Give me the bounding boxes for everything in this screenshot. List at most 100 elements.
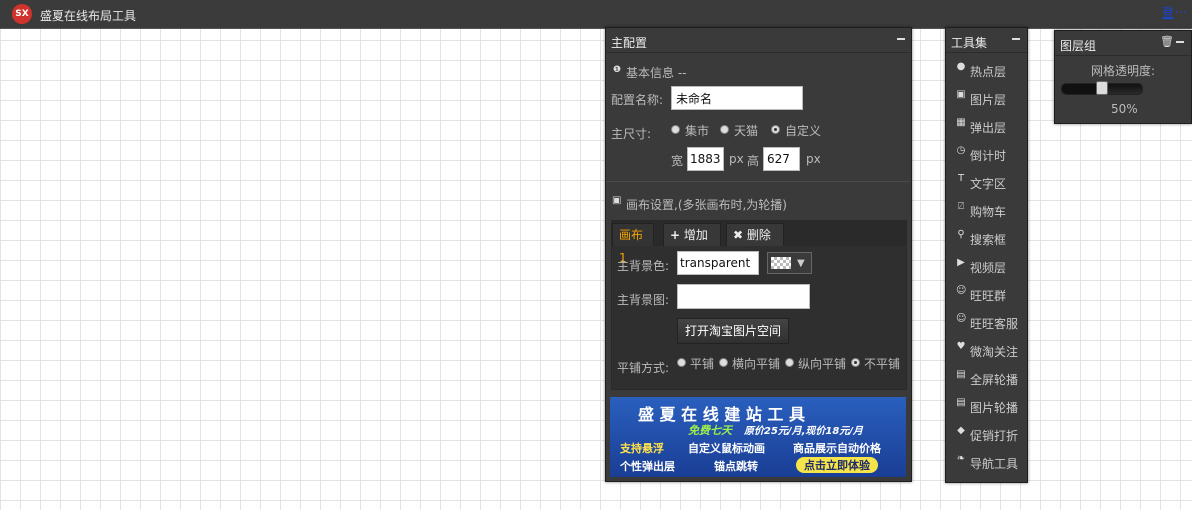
config-name-label: 配置名称: xyxy=(611,93,664,107)
delete-canvas-label: 删除 xyxy=(746,228,771,242)
grid-icon: ▦ xyxy=(956,117,966,128)
tools-title: 工具集 xyxy=(951,36,988,50)
tool-item[interactable]: ▤ 全屏轮播 xyxy=(950,364,1023,392)
picture-icon: ▣ xyxy=(956,89,966,100)
tool-item[interactable]: ❧ 导航工具 xyxy=(950,448,1023,476)
play-icon: ▶ xyxy=(957,257,965,268)
layers-title: 图层组 xyxy=(1060,39,1097,53)
tool-item[interactable]: ☺ 旺旺群 xyxy=(950,280,1023,308)
layers-panel: 图层组 🗑 网格透明度: 50% xyxy=(1054,30,1192,124)
leaf-icon: ❧ xyxy=(956,453,966,464)
tile-option-vertical: 纵向平铺 xyxy=(798,357,847,371)
tab-canvas1[interactable]: 画布1 xyxy=(612,223,654,265)
user-icon: ☺ xyxy=(956,285,967,296)
size-radio-jishi[interactable] xyxy=(671,125,680,134)
trash-icon[interactable]: 🗑 xyxy=(1160,35,1174,48)
tool-item[interactable]: ● 热点层 xyxy=(950,56,1023,84)
tool-item[interactable]: ◷ 倒计时 xyxy=(950,140,1023,168)
add-canvas-label: 增加 xyxy=(683,228,708,242)
user-icon: ☺ xyxy=(956,313,967,324)
grid-opacity-value: 50% xyxy=(1111,102,1138,116)
minimize-icon[interactable] xyxy=(1176,41,1184,43)
bg-color-label: 主背景色: xyxy=(617,259,670,273)
tile-option-horizontal: 横向平铺 xyxy=(732,357,781,371)
dropdown-arrow-icon: ▼ xyxy=(797,258,805,269)
tool-item[interactable]: ⍁ 购物车 xyxy=(950,196,1023,224)
promo-banner[interactable]: 盛 夏 在 线 建 站 工 具 免费七天 原价25元/月,现价18元/月 支持悬… xyxy=(610,397,906,477)
tool-item[interactable]: ⚲ 搜索框 xyxy=(950,224,1023,252)
basic-info-heading: 基本信息 -- xyxy=(626,66,687,80)
height-unit: px xyxy=(806,152,821,166)
tool-item[interactable]: ♥ 微淘关注 xyxy=(950,336,1023,364)
bg-color-input[interactable] xyxy=(677,251,759,275)
minimize-icon[interactable] xyxy=(1012,38,1020,40)
heart-icon: ♥ xyxy=(956,341,966,352)
app-logo: SX xyxy=(12,4,32,24)
tool-item-label: 图片轮播 xyxy=(970,401,1019,415)
config-name-input[interactable] xyxy=(671,86,803,110)
bg-image-input[interactable] xyxy=(677,284,810,309)
transparent-swatch xyxy=(771,257,791,269)
banner-feature-anchor: 锚点跳转 xyxy=(714,460,758,473)
banner-cta: 点击立即体验 xyxy=(796,457,878,473)
tools-header[interactable]: 工具集 xyxy=(946,28,1027,53)
height-input[interactable] xyxy=(763,147,800,171)
tag-icon: ◆ xyxy=(957,425,965,436)
size-radio-tmall[interactable] xyxy=(720,125,729,134)
tool-item[interactable]: ◆ 促销打折 xyxy=(950,420,1023,448)
main-config-header[interactable]: 主配置 xyxy=(606,28,911,53)
plus-icon: + xyxy=(670,228,681,242)
tool-item[interactable]: T 文字区 xyxy=(950,168,1023,196)
banner-feature-mouse: 自定义鼠标动画 xyxy=(688,442,765,455)
width-input[interactable] xyxy=(687,147,724,171)
info-icon: ❶ xyxy=(613,65,622,75)
tool-item-label: 图片层 xyxy=(970,93,1007,107)
tool-item-label: 购物车 xyxy=(970,205,1007,219)
slider-handle[interactable] xyxy=(1096,81,1108,95)
tool-item-label: 微淘关注 xyxy=(970,345,1019,359)
layers-header[interactable]: 图层组 🗑 xyxy=(1055,31,1191,56)
minimize-icon[interactable] xyxy=(897,38,905,40)
cart-icon: ⍁ xyxy=(958,201,964,212)
width-label: 宽 xyxy=(671,154,684,168)
close-icon: ✖ xyxy=(733,228,744,242)
tile-radio-none[interactable] xyxy=(851,358,860,367)
banner-free: 免费七天 xyxy=(688,424,732,437)
login-link[interactable]: 登 xyxy=(1162,4,1174,21)
tool-item-label: 全屏轮播 xyxy=(970,373,1019,387)
color-picker-button[interactable]: ▼ xyxy=(767,252,812,274)
banner-feature-popup: 个性弹出层 xyxy=(620,460,675,473)
tile-radio-vertical[interactable] xyxy=(785,358,794,367)
bg-image-label: 主背景图: xyxy=(617,293,670,307)
size-option-custom: 自定义 xyxy=(785,124,822,138)
tile-option-none: 不平铺 xyxy=(864,357,901,371)
text-icon: T xyxy=(957,173,965,184)
divider xyxy=(607,181,910,182)
canvas-settings-box: 画布1 + 增加 ✖ 删除 主背景色: ▼ 主背景图: 打开淘宝图片空间 平铺方… xyxy=(611,220,907,390)
top-bar: SX 盛夏在线布局工具 xyxy=(0,0,1192,29)
width-unit: px xyxy=(729,152,744,166)
tool-item[interactable]: ▦ 弹出层 xyxy=(950,112,1023,140)
film-icon: ▤ xyxy=(956,397,966,408)
tile-option-tile: 平铺 xyxy=(690,357,715,371)
add-canvas-button[interactable]: + 增加 xyxy=(663,223,721,246)
tile-radio-horizontal[interactable] xyxy=(719,358,728,367)
banner-feature-float: 支持悬浮 xyxy=(620,442,664,455)
tool-item[interactable]: ▣ 图片层 xyxy=(950,84,1023,112)
app-title: 盛夏在线布局工具 xyxy=(40,9,137,23)
tool-item-label: 弹出层 xyxy=(970,121,1007,135)
main-config-title: 主配置 xyxy=(611,36,648,50)
size-radio-custom[interactable] xyxy=(771,125,780,134)
grid-opacity-slider[interactable] xyxy=(1061,81,1143,95)
delete-canvas-button[interactable]: ✖ 删除 xyxy=(726,223,784,246)
tool-item-label: 促销打折 xyxy=(970,429,1019,443)
tool-item-label: 旺旺客服 xyxy=(970,317,1019,331)
open-image-space-button[interactable]: 打开淘宝图片空间 xyxy=(677,318,789,344)
height-label: 高 xyxy=(747,154,760,168)
tool-item[interactable]: ▶ 视频层 xyxy=(950,252,1023,280)
size-option-tmall: 天猫 xyxy=(734,124,759,138)
tool-item-label: 倒计时 xyxy=(970,149,1007,163)
tool-item[interactable]: ▤ 图片轮播 xyxy=(950,392,1023,420)
tile-radio-tile[interactable] xyxy=(677,358,686,367)
tool-item[interactable]: ☺ 旺旺客服 xyxy=(950,308,1023,336)
